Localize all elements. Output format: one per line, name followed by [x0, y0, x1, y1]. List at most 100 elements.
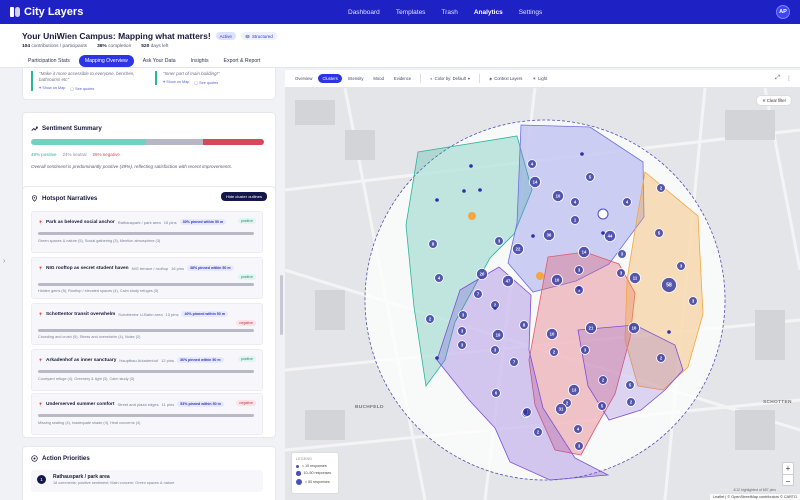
action-priorities-title: Action Priorities [31, 455, 90, 462]
city-layers-logo-icon [10, 7, 20, 17]
map-tool-evidence[interactable]: Evidence [390, 74, 415, 83]
tab-export-report[interactable]: Export & Report [218, 55, 267, 67]
quote-text: "Inner part of main building!" [163, 71, 220, 76]
tab-ask-your-data[interactable]: Ask Your Data [137, 55, 182, 67]
priority-item[interactable]: 1 Rathauspark / park area 18 comments; p… [31, 470, 263, 492]
quotes-card: "Make it more accessible to everyone, be… [22, 68, 276, 100]
light-toggle[interactable]: ☀ Light [528, 74, 551, 83]
target-icon [31, 455, 38, 462]
hotspot-item[interactable]: 📍 Schottentor transit overwhelm Schottento… [31, 303, 263, 345]
cluster-marker-count: 21 [589, 326, 594, 331]
project-header: Your UniWien Campus: Mapping what matter… [0, 24, 800, 68]
priority-title: Rathauspark / park area [53, 474, 110, 480]
more-icon[interactable]: ⋮ [786, 75, 792, 82]
sentiment-bar [31, 139, 264, 145]
action-priorities-card: Action Priorities 1 Rathauspark / park a… [22, 446, 276, 500]
cluster-marker-count: 11 [633, 276, 638, 281]
highlight-count: 4/12 highlighted of 657 pins [733, 488, 776, 492]
stat-days-left: 520 days left [141, 44, 169, 49]
map-canvas[interactable]: 41410541362238102047742382319 10233732114… [285, 70, 800, 500]
brand[interactable]: City Layers [10, 6, 83, 18]
cluster-marker-count: 44 [608, 234, 613, 239]
sentiment-badge: negative [236, 400, 256, 406]
map-toolbar: Overview Clusters Intensity Mood Evidenc… [285, 70, 800, 88]
sun-icon: ☀ [532, 76, 537, 81]
map-pin-icon [32, 195, 37, 202]
hotspot-item[interactable]: 📍 Park as beloved social anchor Rathauspar… [31, 211, 263, 253]
cluster-marker-count: 19 [496, 333, 501, 338]
nav-dashboard[interactable]: Dashboard [340, 0, 388, 24]
hotspot-narratives-card: Hotspot Narratives Hide cluster outlines… [22, 186, 276, 438]
nav-analytics[interactable]: Analytics [466, 0, 511, 24]
quote-text: "Make it more accessible to everyone, be… [39, 71, 135, 83]
map-pin-icon: 📍 [38, 311, 43, 317]
nav-templates[interactable]: Templates [388, 0, 434, 24]
expand-icon[interactable]: ⤢ [775, 75, 780, 82]
nav-links: Dashboard Templates Trash Analytics Sett… [340, 0, 550, 24]
emoji-marker-icon[interactable] [536, 272, 544, 280]
see-quotes-link[interactable]: ▢ See quotes [194, 80, 218, 85]
zoom-in-button[interactable]: + [783, 463, 793, 475]
hotspot-item[interactable]: 📍 Underserved summer comfort Street and pl… [31, 393, 263, 435]
hide-cluster-outlines-button[interactable]: Hide cluster outlines [220, 192, 267, 201]
see-quotes-link[interactable]: ▢ See quotes [70, 86, 94, 91]
map-tool-intensity[interactable]: Intensity [344, 74, 368, 83]
status-badge: Active [215, 32, 236, 40]
nav-trash[interactable]: Trash [433, 0, 465, 24]
cluster-marker-count: 20 [480, 272, 485, 277]
trend-up-icon [31, 126, 38, 131]
street-label: BUCHFELD [355, 405, 384, 410]
tab-mapping-overview[interactable]: Mapping Overview [78, 55, 134, 67]
clear-filter-button[interactable]: ✕ Clear filter [756, 95, 792, 106]
hotspot-item[interactable]: 📍 Arkadenhof as inner sanctuary Hauptbau A… [31, 349, 263, 391]
tab-insights[interactable]: Insights [185, 55, 215, 67]
cluster-marker-count: 14 [533, 180, 538, 185]
cluster-marker-count: 13 [572, 388, 577, 393]
sentiment-neutral-segment [146, 139, 203, 145]
stats-row: 104 contributions / participants 36% com… [22, 44, 168, 49]
mode-badge: Structured [240, 32, 277, 40]
cluster-marker-count: 58 [666, 283, 672, 289]
sentiment-badge: negative [236, 320, 256, 326]
context-layers-button[interactable]: ◈ Context Layers [485, 74, 526, 83]
map-pin-icon: 📍 [38, 219, 43, 225]
chevron-down-icon: ▾ [467, 76, 470, 81]
sentiment-positive-label: 49% positive [31, 152, 57, 157]
cluster-marker-count: 10 [550, 332, 555, 337]
chevron-right-icon[interactable]: › [3, 258, 5, 265]
map-tool-mood[interactable]: Mood [369, 74, 387, 83]
hotspot-title: Hotspot Narratives [31, 195, 97, 202]
quote-item: "Make it more accessible to everyone, be… [31, 71, 141, 92]
layers-icon [244, 34, 250, 38]
stat-contributions: 104 contributions / participants [22, 44, 88, 49]
street-label: SCHOTTEN [763, 400, 792, 405]
zoom-out-button[interactable]: − [783, 475, 793, 487]
mode-label: Structured [251, 33, 273, 39]
map-tool-overview[interactable]: Overview [291, 74, 316, 83]
left-panel-scrollbar[interactable] [280, 275, 283, 335]
palette-icon: ◐ [430, 76, 433, 81]
map-pin-icon: 📍 [38, 265, 43, 271]
zoom-control: + − [782, 462, 794, 486]
cluster-marker-count: 10 [555, 278, 560, 283]
map-attribution: Leaflet | © OpenStreetMap contributors ©… [709, 494, 800, 500]
tab-participation-stats[interactable]: Participation Stats [22, 55, 76, 67]
sentiment-positive-segment [31, 139, 147, 145]
show-on-map-link[interactable]: ⌖ Show on Map [39, 86, 65, 91]
emoji-marker-icon[interactable] [468, 212, 476, 220]
show-on-map-link[interactable]: ⌖ Show on Map [163, 80, 189, 85]
map-tool-clusters[interactable]: Clusters [318, 74, 342, 83]
avatar[interactable]: AP [776, 5, 790, 19]
photo-marker-icon[interactable] [597, 208, 609, 220]
nav-settings[interactable]: Settings [511, 0, 551, 24]
priority-subtitle: 18 comments; positive sentiment; Main co… [53, 481, 175, 485]
cluster-marker-count: 14 [582, 250, 587, 255]
hotspot-item[interactable]: 📍 NIG rooftop as secret student haven NIG … [31, 257, 263, 299]
quote-item: "Inner part of main building!" ⌖ Show on… [155, 71, 265, 86]
layers-icon: ◈ [488, 76, 493, 81]
priority-number: 1 [37, 475, 46, 484]
map-view[interactable]: 4 14 10 5 4 1 36 22 3 8 10 20 47 7 4 2 3 8 2 3 19 10 2 3 3 7 3 21 14… [285, 70, 800, 500]
color-by-dropdown[interactable]: ◐ Color by: Default ▾ [426, 74, 474, 83]
cluster-marker-count: 10 [632, 326, 637, 331]
sentiment-title: Sentiment Summary [31, 125, 102, 132]
